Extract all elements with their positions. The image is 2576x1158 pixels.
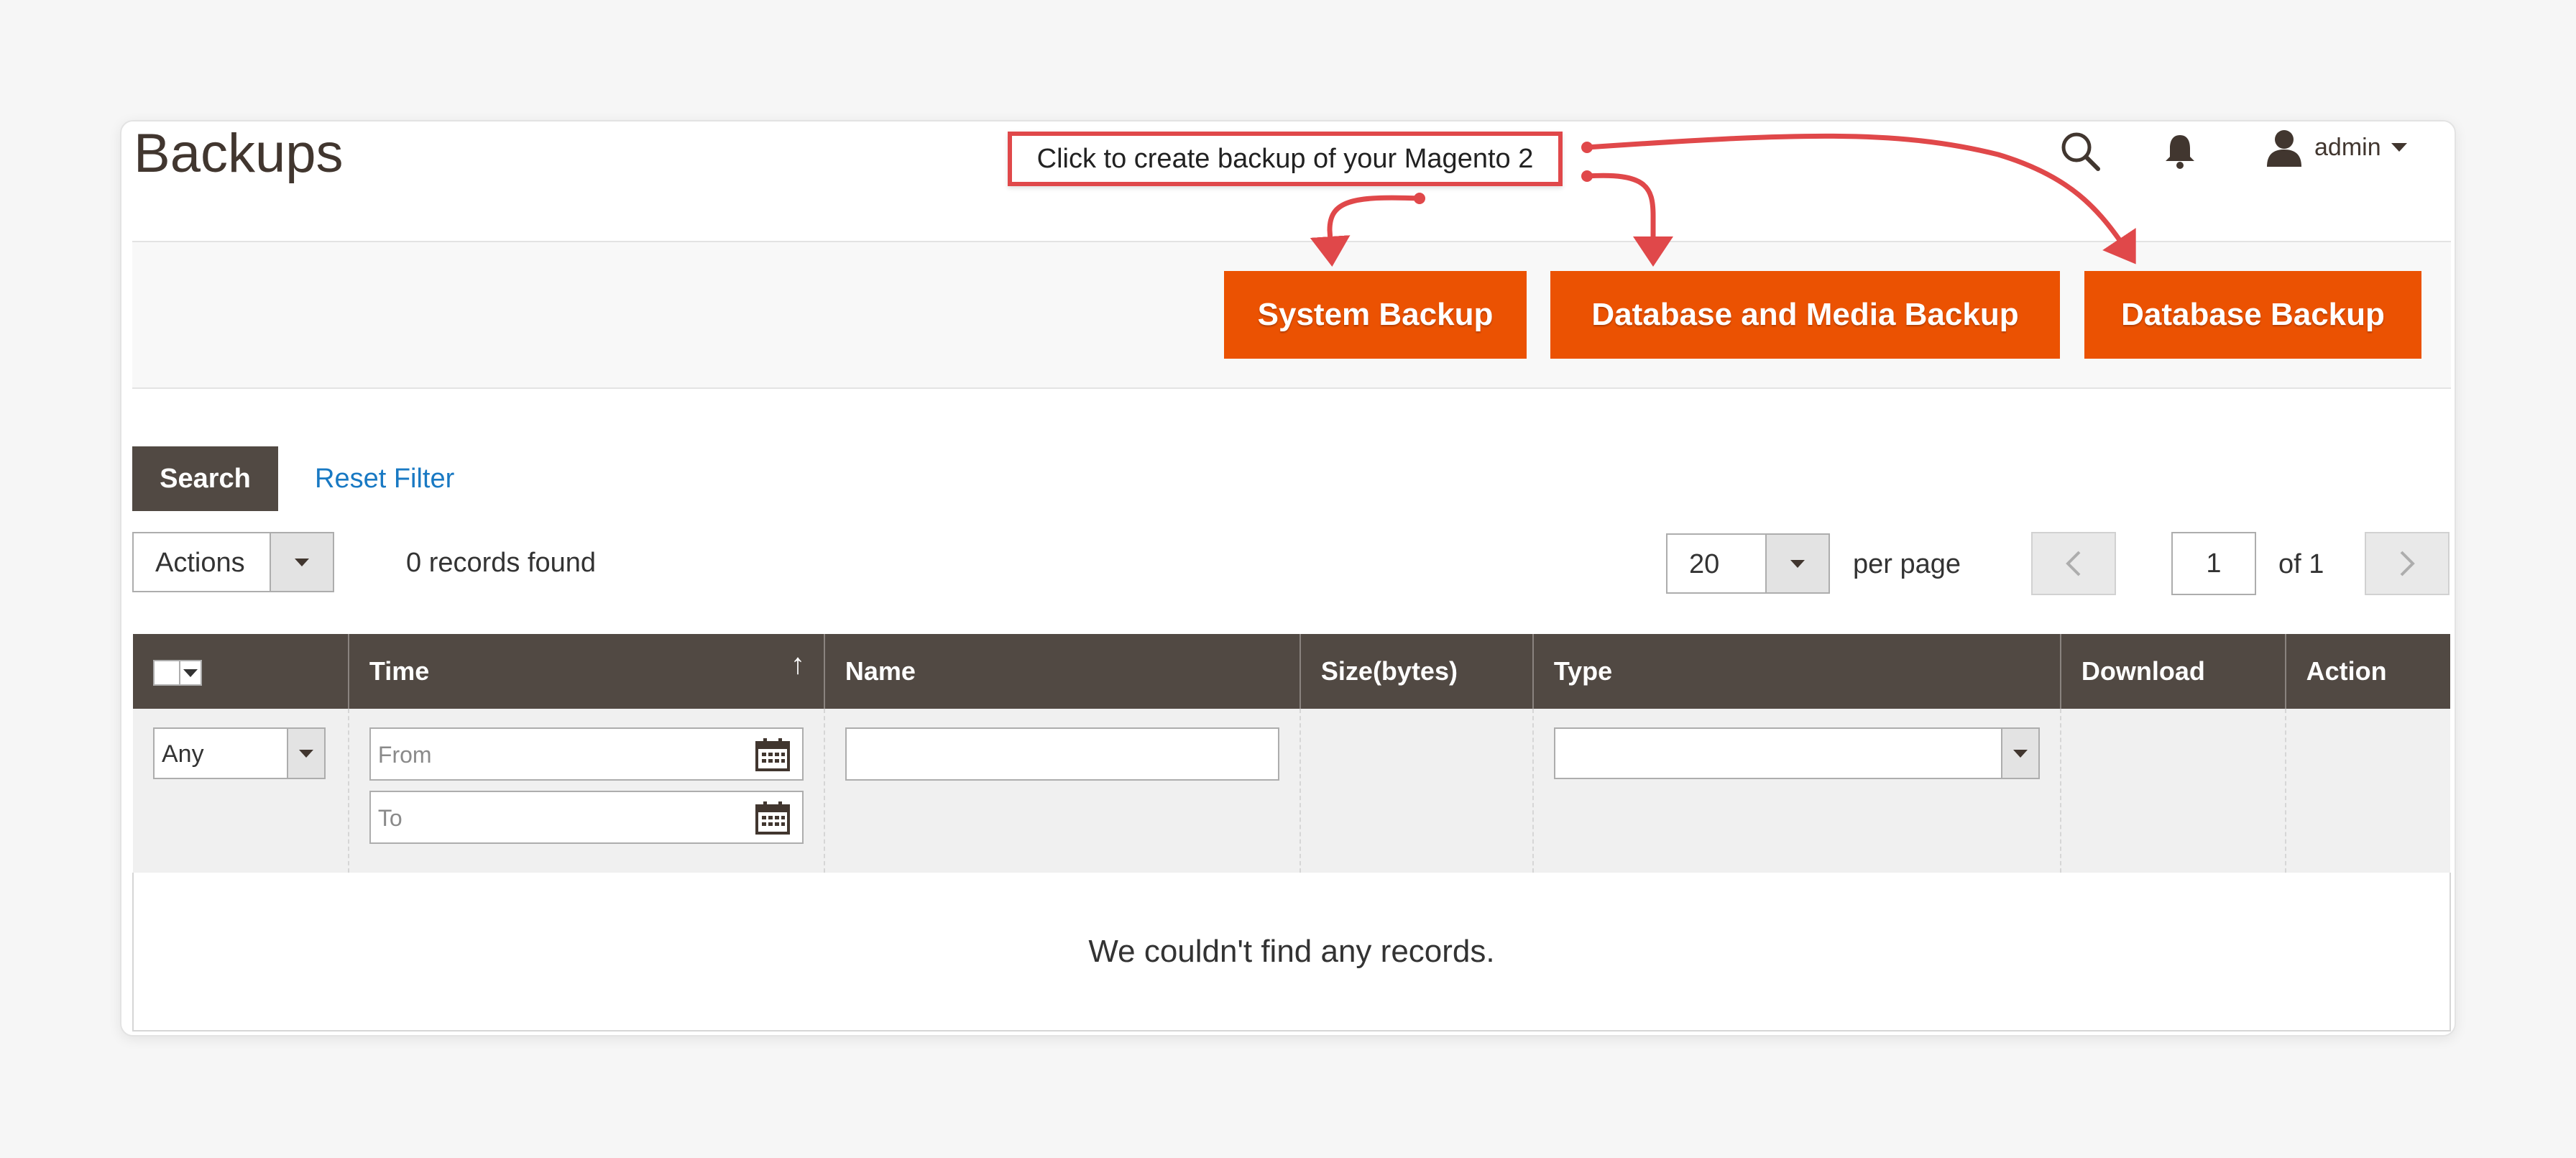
total-pages-label: of 1 xyxy=(2278,549,2324,579)
column-time-label: Time xyxy=(369,656,430,686)
column-size[interactable]: Size(bytes) xyxy=(1299,634,1533,709)
time-to-input[interactable]: To xyxy=(369,791,804,844)
chevron-down-icon xyxy=(1790,559,1805,568)
column-time[interactable]: Time ↑ xyxy=(347,634,824,709)
checkbox[interactable] xyxy=(153,660,180,686)
any-filter-select[interactable]: Any xyxy=(153,727,326,779)
current-page-input[interactable]: 1 xyxy=(2171,532,2256,595)
per-page-dropdown-toggle[interactable] xyxy=(1765,535,1828,592)
mass-actions-label: Actions xyxy=(155,548,245,578)
reset-filter-link[interactable]: Reset Filter xyxy=(315,464,454,495)
chevron-left-icon xyxy=(2066,551,2081,576)
any-filter-toggle[interactable] xyxy=(287,729,324,778)
filter-action-cell xyxy=(2284,709,2450,873)
calendar-icon[interactable] xyxy=(755,737,791,773)
time-from-placeholder: From xyxy=(377,742,432,768)
filter-time-cell: From To xyxy=(347,709,824,873)
actions-dropdown-toggle[interactable] xyxy=(270,533,333,591)
column-action: Action xyxy=(2284,634,2450,709)
mass-select-checkbox[interactable] xyxy=(153,660,202,686)
chevron-down-icon xyxy=(299,749,313,758)
filter-select-cell: Any xyxy=(133,709,349,873)
column-download: Download xyxy=(2059,634,2286,709)
records-count: 0 records found xyxy=(406,548,597,578)
time-to-placeholder: To xyxy=(377,805,402,831)
chevron-down-icon xyxy=(295,558,309,566)
filter-size-cell xyxy=(1299,709,1533,873)
chevron-down-icon xyxy=(2012,749,2028,758)
mass-select-header[interactable] xyxy=(133,634,349,709)
grid-header-row: Time ↑ Name Size(bytes) Type Download Act… xyxy=(133,634,2450,709)
type-filter-toggle[interactable] xyxy=(2000,729,2038,778)
name-filter-input[interactable] xyxy=(845,727,1279,781)
chevron-right-icon xyxy=(2400,551,2415,576)
mass-select-dropdown[interactable] xyxy=(180,660,202,686)
empty-message: We couldn't find any records. xyxy=(132,873,2451,1031)
grid-filter-row: Any From To xyxy=(133,709,2450,873)
per-page-select[interactable]: 20 xyxy=(1666,533,1830,594)
per-page-value: 20 xyxy=(1689,549,1720,579)
mass-actions-select[interactable]: Actions xyxy=(132,532,334,592)
calendar-icon[interactable] xyxy=(755,800,791,836)
filter-name-cell xyxy=(823,709,1300,873)
chevron-down-icon xyxy=(183,668,198,677)
filter-download-cell xyxy=(2059,709,2286,873)
any-filter-value: Any xyxy=(162,740,204,768)
search-button[interactable]: Search xyxy=(132,446,278,511)
sort-ascending-icon: ↑ xyxy=(790,648,805,680)
empty-row: We couldn't find any records. xyxy=(132,873,2451,1031)
backups-grid: Time ↑ Name Size(bytes) Type Download Act… xyxy=(132,634,2451,1031)
per-page-label: per page xyxy=(1853,549,1961,579)
previous-page-button[interactable] xyxy=(2031,532,2116,595)
type-filter-select[interactable] xyxy=(1553,727,2040,779)
column-type[interactable]: Type xyxy=(1532,634,2061,709)
time-from-input[interactable]: From xyxy=(369,727,804,781)
next-page-button[interactable] xyxy=(2365,532,2450,595)
column-name[interactable]: Name xyxy=(823,634,1300,709)
filter-type-cell xyxy=(1532,709,2061,873)
